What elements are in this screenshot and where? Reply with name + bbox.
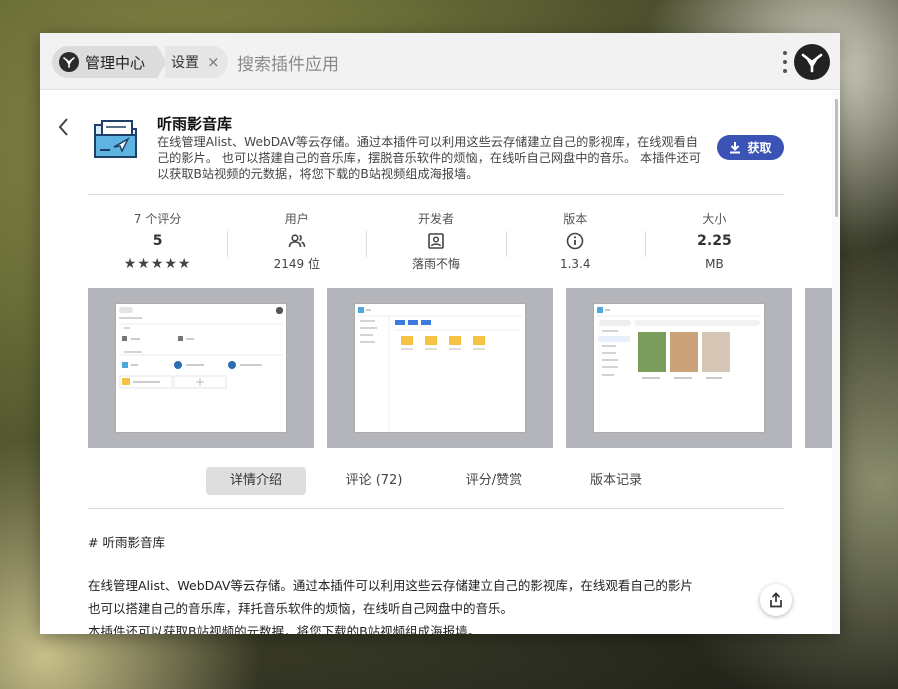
tab-ratings[interactable]: 评分/赞赏 xyxy=(444,467,544,495)
stat-label: 大小 xyxy=(702,212,727,226)
breadcrumb: 管理中心 设置 × xyxy=(52,46,228,78)
plugin-window: 管理中心 设置 × 搜索插件应用 听雨影音库 在线管理Alist、WebDAV等… xyxy=(40,33,840,634)
screenshot-image xyxy=(116,304,286,432)
share-button[interactable] xyxy=(760,584,792,616)
breadcrumb-home[interactable]: 管理中心 xyxy=(52,46,158,78)
readme-paragraph: 本插件还可以获取B站视频的元数据，将您下载的B站视频组成海报墙。 xyxy=(88,624,481,634)
detail-tabs: 详情介绍 评论 (72) 评分/赞赏 版本记录 xyxy=(88,467,784,497)
breadcrumb-home-label: 管理中心 xyxy=(85,53,146,72)
star-rating: ★★★★★ xyxy=(123,256,192,272)
stat-label: 7 个评分 xyxy=(133,212,182,226)
app-title: 听雨影音库 xyxy=(157,115,233,133)
app-logo-icon[interactable] xyxy=(794,44,830,80)
divider xyxy=(88,508,784,509)
stats-row: 7 个评分 5 ★★★★★ 用户 2149 位 开发者 落雨不悔 版本 1.3.… xyxy=(88,209,784,277)
readme-paragraph: 也可以搭建自己的音乐库，拜托音乐软件的烦恼，在线听自己网盘中的音乐。 xyxy=(88,601,514,616)
stat-size: 大小 2.25 MB xyxy=(644,209,784,277)
stat-value: 落雨不悔 xyxy=(412,257,461,271)
stat-value: 1.3.4 xyxy=(559,257,591,271)
stat-label: 开发者 xyxy=(418,212,455,226)
breadcrumb-settings[interactable]: 设置 × xyxy=(165,46,228,78)
screenshot-thumbnail[interactable] xyxy=(566,288,792,448)
plugin-detail: 听雨影音库 在线管理Alist、WebDAV等云存储。通过本插件可以利用这些云存… xyxy=(40,91,832,634)
screenshot-thumbnail[interactable] xyxy=(88,288,314,448)
stat-label: 版本 xyxy=(563,212,588,226)
more-vert-icon[interactable] xyxy=(782,51,788,73)
tab-comments[interactable]: 评论 (72) xyxy=(324,467,424,495)
stat-developer: 开发者 落雨不悔 xyxy=(366,209,505,277)
stat-value: 5 xyxy=(152,233,163,249)
close-icon[interactable]: × xyxy=(207,53,220,71)
app-description: 在线管理Alist、WebDAV等云存储。通过本插件可以利用这些云存储建立自己的… xyxy=(157,135,701,181)
get-button[interactable]: 获取 xyxy=(717,135,784,160)
screenshot-image xyxy=(355,304,525,432)
stat-users: 用户 2149 位 xyxy=(227,209,366,277)
screenshot-carousel[interactable] xyxy=(88,288,832,448)
info-icon xyxy=(566,229,584,253)
stat-version: 版本 1.3.4 xyxy=(505,209,645,277)
breadcrumb-settings-label: 设置 xyxy=(171,55,200,71)
stat-value: 2.25 xyxy=(697,233,732,249)
get-button-label: 获取 xyxy=(747,141,772,155)
tab-changelog[interactable]: 版本记录 xyxy=(566,467,666,495)
back-icon[interactable] xyxy=(56,115,72,139)
users-icon xyxy=(288,229,306,253)
logo-icon xyxy=(59,52,79,72)
divider xyxy=(88,194,784,195)
download-icon xyxy=(730,142,741,154)
stat-unit: MB xyxy=(705,257,724,271)
top-bar: 管理中心 设置 × 搜索插件应用 xyxy=(40,33,840,90)
scrollbar-thumb[interactable] xyxy=(835,99,838,217)
screenshot-thumbnail[interactable] xyxy=(805,288,832,448)
developer-badge-icon xyxy=(428,229,444,253)
readme-paragraph: 在线管理Alist、WebDAV等云存储。通过本插件可以利用这些云存储建立自己的… xyxy=(88,578,693,593)
stat-rating: 7 个评分 5 ★★★★★ xyxy=(88,209,227,277)
tab-details[interactable]: 详情介绍 xyxy=(206,467,306,495)
stat-value: 2149 位 xyxy=(273,257,320,271)
screenshot-thumbnail[interactable] xyxy=(327,288,553,448)
search-input[interactable]: 搜索插件应用 xyxy=(237,50,339,75)
share-icon xyxy=(770,592,782,608)
app-folder-icon xyxy=(94,120,137,158)
screenshot-image xyxy=(594,304,764,432)
readme-heading: # 听雨影音库 xyxy=(88,535,165,550)
stat-label: 用户 xyxy=(284,212,309,226)
